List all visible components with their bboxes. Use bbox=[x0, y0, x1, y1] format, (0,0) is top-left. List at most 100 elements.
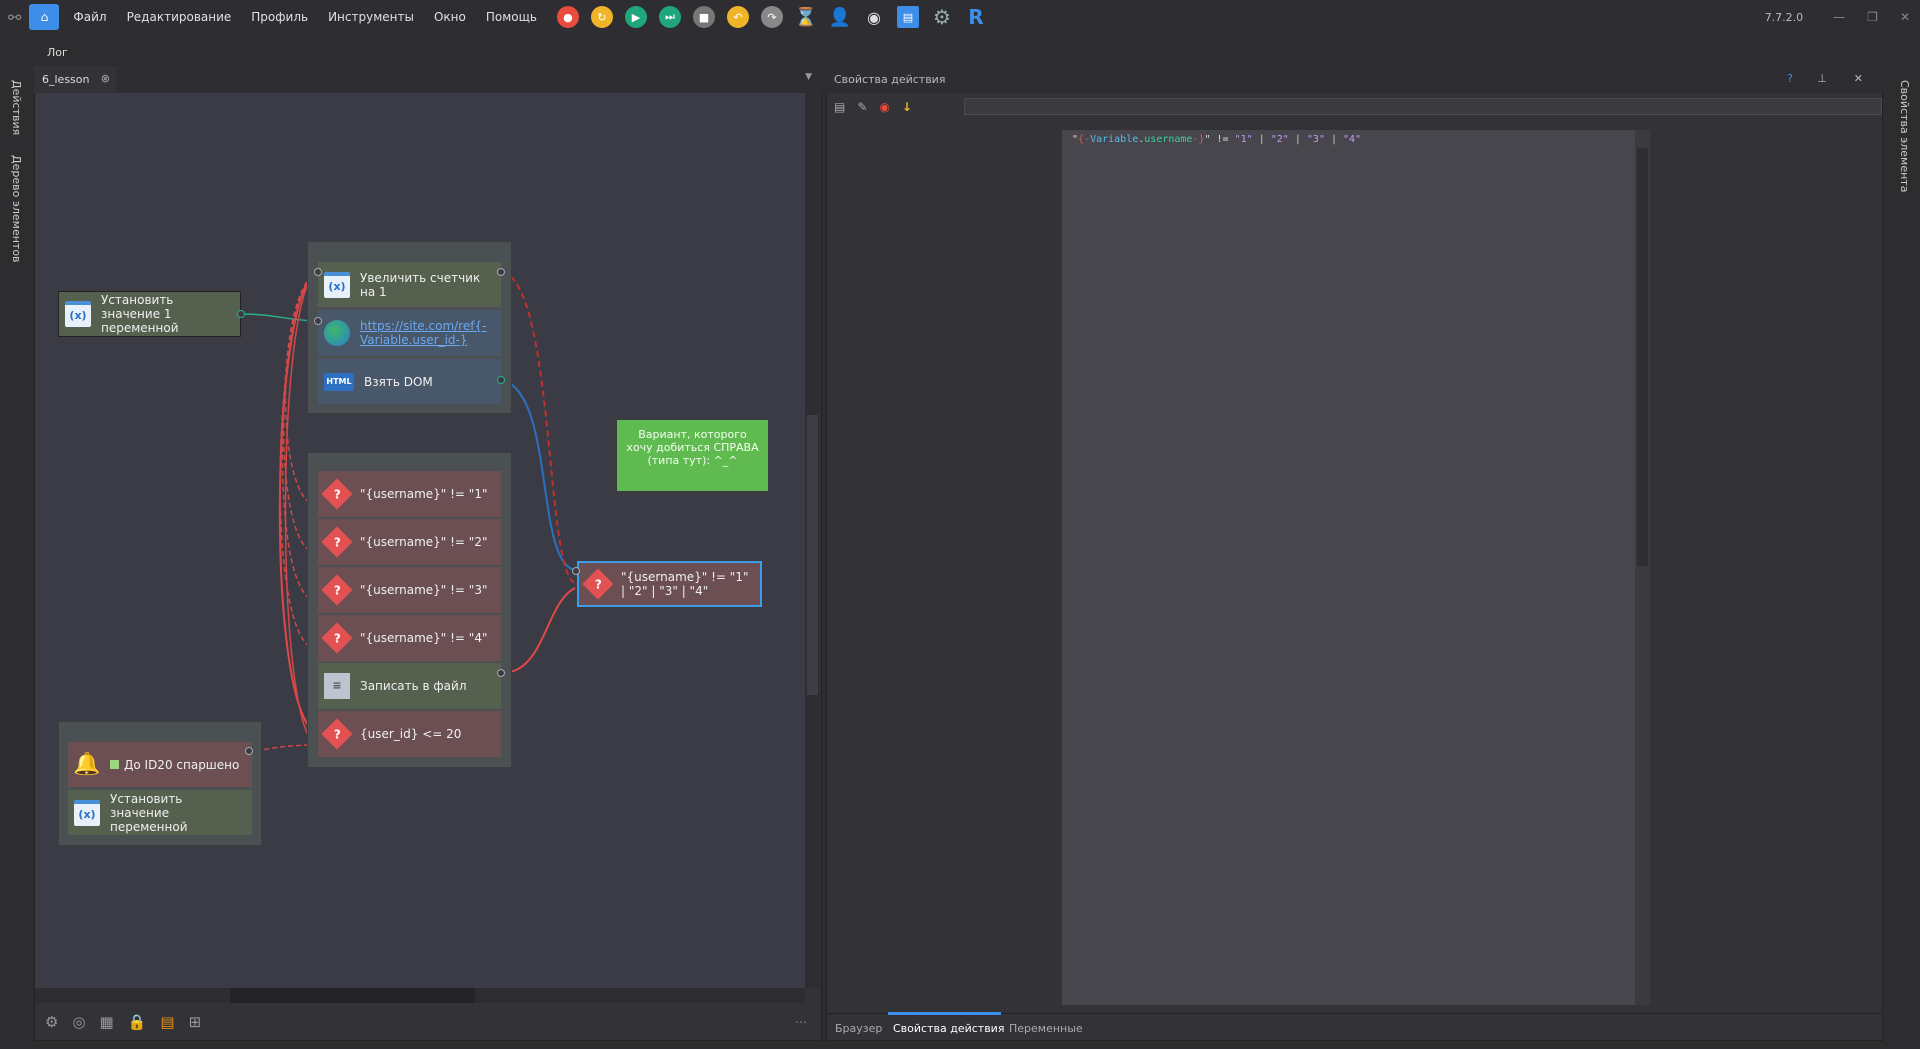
vertical-scrollbar[interactable] bbox=[805, 93, 820, 988]
grid-icon[interactable]: ▦ bbox=[100, 1013, 114, 1031]
minimize-button[interactable]: — bbox=[1833, 10, 1845, 24]
node-user-id-check[interactable]: ? {user_id} <= 20 bbox=[318, 711, 501, 757]
editor-tabbar: 6_lesson ⊗ ▼ bbox=[34, 66, 822, 93]
node-set-variable-1[interactable]: (x) Установить значение 1 переменной bbox=[58, 291, 241, 337]
close-panel-icon[interactable]: ✕ bbox=[1854, 72, 1863, 85]
r-icon[interactable]: R bbox=[965, 5, 987, 29]
properties-header: Свойства действия ? ⊥ ✕ bbox=[826, 66, 1883, 93]
redo-icon[interactable]: ↷ bbox=[760, 6, 783, 28]
tab-action-properties[interactable]: Свойства действия bbox=[893, 1022, 1004, 1035]
node-label: "{username}" != "4" bbox=[360, 631, 488, 645]
question-icon: ? bbox=[582, 568, 614, 600]
node-get-dom[interactable]: HTML Взять DOM bbox=[318, 359, 501, 404]
step-icon[interactable]: ⏭ bbox=[658, 6, 681, 28]
play-icon[interactable]: ▶ bbox=[624, 6, 647, 28]
question-icon: ? bbox=[321, 574, 353, 606]
sticky-note[interactable]: Вариант, которого хочу добиться СПРАВА (… bbox=[617, 420, 768, 491]
connector-set1-url bbox=[240, 313, 316, 322]
maximize-button[interactable]: ❐ bbox=[1867, 10, 1878, 24]
gear-icon[interactable]: ⚙ bbox=[931, 5, 953, 29]
node-combined-condition-selected[interactable]: ? "{username}" != "1" | "2" | "3" | "4" bbox=[577, 561, 762, 607]
question-icon: ? bbox=[321, 478, 353, 510]
node-label: Установить значение переменной bbox=[110, 791, 188, 834]
record-dot-icon[interactable]: ◉ bbox=[879, 100, 889, 114]
question-icon: ? bbox=[321, 526, 353, 558]
refresh-icon[interactable]: ↻ bbox=[590, 6, 613, 28]
horizontal-scrollbar[interactable] bbox=[35, 988, 805, 1003]
menu-window[interactable]: Окно bbox=[434, 10, 466, 24]
port[interactable] bbox=[497, 669, 505, 677]
menu-tools[interactable]: Инструменты bbox=[328, 10, 414, 24]
menu-edit[interactable]: Редактирование bbox=[127, 10, 232, 24]
globe-icon bbox=[324, 320, 350, 346]
list-icon[interactable]: ▤ bbox=[834, 100, 845, 114]
node-label: "{username}" != "1" bbox=[360, 487, 488, 501]
node-increment-counter[interactable]: (x) Увеличить счетчик на 1 bbox=[318, 262, 501, 307]
layout-icon[interactable]: ▤ bbox=[160, 1013, 174, 1031]
node-label: До ID20 спаршено bbox=[124, 757, 240, 772]
code-line: "{-Variable.username-}" != "1" | "2" | "… bbox=[1072, 134, 1362, 145]
node-condition-1[interactable]: ? "{username}" != "1" bbox=[318, 471, 501, 517]
node-set-variable-2[interactable]: (x) Установить значение переменной bbox=[68, 790, 252, 835]
url-link[interactable]: https://site.com/ref{-Variable.user_id-} bbox=[360, 319, 490, 347]
variable-icon: (x) bbox=[324, 271, 350, 298]
node-notification[interactable]: 🔔 До ID20 спаршено bbox=[68, 742, 252, 787]
close-window-button[interactable]: ✕ bbox=[1900, 10, 1910, 24]
question-icon: ? bbox=[321, 718, 353, 750]
node-label: Увеличить счетчик на 1 bbox=[360, 270, 481, 299]
tab-variables[interactable]: Переменные bbox=[1009, 1022, 1083, 1035]
question-icon: ? bbox=[321, 622, 353, 654]
more-icon[interactable]: ⋯ bbox=[795, 1015, 807, 1029]
eye-icon[interactable]: ◉ bbox=[863, 6, 885, 28]
node-condition-2[interactable]: ? "{username}" != "2" bbox=[318, 519, 501, 565]
port[interactable] bbox=[497, 376, 505, 384]
connector-dom-selected bbox=[501, 379, 576, 571]
user-icon[interactable]: 👤 bbox=[829, 6, 851, 28]
menu-profile[interactable]: Профиль bbox=[251, 10, 308, 24]
lock-icon[interactable]: 🔒 bbox=[128, 1013, 147, 1031]
properties-input[interactable] bbox=[964, 98, 1882, 115]
app-logo-icon: ⚯ bbox=[8, 7, 22, 27]
node-write-file[interactable]: ≡ Записать в файл bbox=[318, 663, 501, 709]
edit-list-icon[interactable]: ✎ bbox=[857, 100, 867, 114]
node-navigate-url[interactable]: https://site.com/ref{-Variable.user_id-} bbox=[318, 310, 501, 356]
flow-canvas[interactable]: (x) Установить значение 1 переменной (x) У… bbox=[35, 93, 805, 988]
node-condition-4[interactable]: ? "{username}" != "4" bbox=[318, 615, 501, 661]
code-scrollbar[interactable] bbox=[1635, 130, 1650, 1005]
port[interactable] bbox=[237, 310, 245, 318]
port[interactable] bbox=[314, 317, 322, 325]
node-condition-3[interactable]: ? "{username}" != "3" bbox=[318, 567, 501, 613]
record-icon[interactable]: ● bbox=[556, 6, 579, 28]
port[interactable] bbox=[497, 268, 505, 276]
home-button[interactable]: ⌂ bbox=[29, 4, 60, 30]
arrow-down-icon[interactable]: ↓ bbox=[902, 100, 912, 114]
code-editor[interactable]: "{-Variable.username-}" != "1" | "2" | "… bbox=[1062, 130, 1650, 1005]
tab-6-lesson[interactable]: 6_lesson ⊗ bbox=[34, 66, 116, 93]
save-icon[interactable]: ▤ bbox=[896, 6, 919, 28]
sidebar-element-tree[interactable]: Дерево элементов bbox=[10, 155, 23, 263]
profile-icon[interactable]: ◎ bbox=[72, 1013, 85, 1031]
stop-icon[interactable]: ■ bbox=[692, 6, 715, 28]
menu-file[interactable]: Файл bbox=[73, 10, 106, 24]
settings-icon[interactable]: ⚙ bbox=[45, 1013, 58, 1031]
hourglass-icon[interactable]: ⌛ bbox=[795, 6, 817, 28]
log-tab[interactable]: Лог bbox=[47, 46, 68, 59]
sidebar-actions[interactable]: Действия bbox=[10, 80, 23, 135]
undo-icon[interactable]: ↶ bbox=[726, 6, 749, 28]
menu-help[interactable]: Помощь bbox=[486, 10, 537, 24]
panel-title: Свойства действия bbox=[834, 73, 946, 86]
tab-label: 6_lesson bbox=[42, 73, 90, 86]
tab-dropdown-icon[interactable]: ▼ bbox=[805, 72, 812, 82]
port[interactable] bbox=[314, 268, 322, 276]
properties-toolbar: ▤ ✎ ◉ ↓ bbox=[826, 93, 1883, 120]
port[interactable] bbox=[572, 567, 580, 575]
help-icon[interactable]: ? bbox=[1787, 72, 1793, 85]
port[interactable] bbox=[245, 747, 253, 755]
close-tab-icon[interactable]: ⊗ bbox=[101, 72, 110, 85]
sidebar-element-props[interactable]: Свойства элемента bbox=[1898, 80, 1911, 192]
status-square-icon bbox=[110, 760, 119, 769]
pin-icon[interactable]: ⊥ bbox=[1817, 72, 1827, 85]
add-block-icon[interactable]: ⊞ bbox=[189, 1013, 202, 1031]
tab-browser[interactable]: Браузер bbox=[835, 1022, 882, 1035]
menu-bar: ⚯ ⌂ Файл Редактирование Профиль Инструме… bbox=[0, 0, 1920, 34]
